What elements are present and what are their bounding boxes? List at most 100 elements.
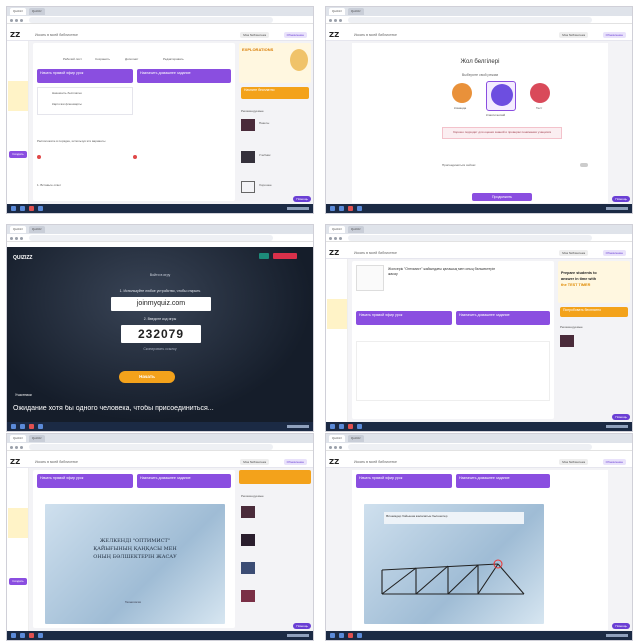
copy-link[interactable]: Скопировать ссылку	[7, 347, 313, 351]
slide-preview[interactable]: Өлшемдер бойынша жасалатын бөлшектер	[364, 504, 544, 624]
search-input[interactable]: Искать в моей библиотеке	[354, 250, 412, 256]
slide-preview[interactable]: ЖЕЛКЕНДІ "ОПТИМИСТ" ҚАЙЫҒЫНЫҢ ҚАҢҚАСЫ МЕ…	[45, 504, 225, 624]
logo[interactable]: ZZ	[329, 249, 339, 257]
browser-tab[interactable]: Quizizz	[28, 435, 45, 442]
browser-tab[interactable]: Quizizz	[329, 8, 345, 15]
step-two: 2. Введите код игры	[143, 317, 177, 321]
library-button[interactable]: Моя библиотека	[559, 32, 588, 38]
menu-item[interactable]: Карточки флешкарты	[52, 102, 82, 106]
browser-tab[interactable]: Quizizz	[10, 435, 26, 442]
lobby-screen: QUIZIZZ Войти в игру 1. Используйте любо…	[7, 247, 313, 422]
test-mode-icon[interactable]	[530, 83, 550, 103]
address-bar[interactable]	[7, 234, 313, 242]
action-save[interactable]: Сохранить	[95, 57, 110, 61]
chat-button[interactable]: Помощь	[612, 414, 630, 420]
try-free-button[interactable]: Попробовать бесплатно	[560, 307, 628, 317]
chat-button[interactable]: Помощь	[612, 623, 630, 629]
address-bar[interactable]	[326, 16, 632, 24]
quiz-title: Жол белгілері	[460, 59, 500, 65]
team-mode-icon[interactable]	[452, 83, 472, 103]
thumbnail[interactable]	[241, 534, 255, 546]
logo[interactable]: ZZ	[10, 31, 20, 39]
create-button[interactable]: Создать	[9, 151, 27, 158]
library-button[interactable]: Моя библиотека	[559, 250, 588, 256]
participants-label: Присоединиться сейчас	[442, 163, 476, 167]
thumb-label: Пакеты	[259, 121, 270, 125]
search-input[interactable]: Искать в моей библиотеке	[354, 459, 412, 465]
library-button[interactable]: Моя библиотека	[240, 32, 269, 38]
create-button[interactable]: Создать	[9, 578, 27, 585]
browser-tab[interactable]: Quizizz	[347, 435, 364, 442]
assign-homework-button[interactable]: Назначить домашнее задание	[137, 69, 231, 83]
host-live-button[interactable]: Начать прямой эфир урок	[37, 474, 133, 488]
assign-homework-button[interactable]: Назначить домашнее задание	[456, 311, 550, 325]
banner-line: answer in time with	[561, 277, 597, 281]
search-input[interactable]: Искать в моей библиотеке	[354, 32, 412, 38]
taskbar	[7, 204, 313, 213]
browser-tab[interactable]: Quizizz	[347, 8, 364, 15]
search-input[interactable]: Искать в моей библиотеке	[35, 459, 93, 465]
continue-button[interactable]: Продолжить	[472, 193, 532, 201]
browser-tab[interactable]: Quizizz	[329, 435, 345, 442]
start-free-button[interactable]: Начните бесплатно	[241, 87, 309, 99]
browser-tab[interactable]: Quizizz	[10, 226, 26, 233]
upgrade-button[interactable]: Обновление	[602, 459, 626, 465]
upgrade-button[interactable]: Обновление	[283, 459, 307, 465]
browser-tab[interactable]: Quizizz	[28, 226, 45, 233]
start-button[interactable]: Начать	[119, 371, 175, 383]
sidebar-ad	[327, 299, 347, 329]
thumbnail[interactable]	[241, 151, 255, 163]
browser-tab[interactable]: Quizizz	[10, 8, 26, 15]
address-bar[interactable]	[7, 443, 313, 451]
upgrade-button[interactable]: Обновление	[602, 32, 626, 38]
quiz-panel: Начать прямой эфир урок Назначить домашн…	[33, 470, 235, 628]
thumbnail[interactable]	[241, 119, 255, 131]
action-more[interactable]: Дополнит	[125, 57, 138, 61]
assign-homework-button[interactable]: Назначить домашнее задание	[137, 474, 231, 488]
chat-button[interactable]: Помощь	[293, 623, 311, 629]
host-live-button[interactable]: Начать прямой эфир урок	[37, 69, 133, 83]
screen-slide-diagram: Quizizz Quizizz ZZ Искать в моей библиот…	[325, 433, 633, 641]
right-column: Рекомендуемые	[239, 470, 311, 628]
frame-diagram	[381, 559, 525, 595]
menu-item[interactable]: Назначить бесплатно	[52, 91, 82, 95]
chat-button[interactable]: Помощь	[293, 196, 311, 202]
toggle-switch[interactable]	[580, 163, 588, 167]
browser-tab[interactable]: Quizizz	[329, 226, 345, 233]
upgrade-button[interactable]: Обновление	[602, 250, 626, 256]
thumbnail[interactable]	[241, 590, 255, 602]
logo[interactable]: ZZ	[10, 458, 20, 466]
thumbnail[interactable]	[560, 335, 574, 347]
upgrade-button[interactable]: Обновление	[283, 32, 307, 38]
library-button[interactable]: Моя библиотека	[240, 459, 269, 465]
mode-label: Тест	[536, 106, 543, 110]
sidebar	[326, 259, 348, 422]
answer-dot	[133, 155, 137, 159]
browser-tab[interactable]: Quizizz	[347, 226, 364, 233]
thumbnail[interactable]	[241, 506, 255, 518]
join-url[interactable]: joinmyquiz.com	[111, 297, 211, 311]
address-bar[interactable]	[326, 443, 632, 451]
game-code[interactable]: 232079	[121, 325, 201, 343]
logo[interactable]: ZZ	[329, 458, 339, 466]
library-button[interactable]: Моя библиотека	[559, 459, 588, 465]
classic-mode-card[interactable]	[486, 81, 516, 111]
address-bar[interactable]	[326, 234, 632, 242]
right-column: EXPLORATIONS Начните бесплатно Рекоменду…	[239, 43, 311, 201]
host-live-button[interactable]: Начать прямой эфир урок	[356, 474, 452, 488]
search-input[interactable]: Искать в моей библиотеке	[35, 32, 93, 38]
host-live-button[interactable]: Начать прямой эфир урок	[356, 311, 452, 325]
browser-tabbar: Quizizz Quizizz	[7, 434, 313, 443]
address-bar[interactable]	[7, 16, 313, 24]
end-button[interactable]	[273, 253, 297, 259]
chat-button[interactable]: Помощь	[612, 196, 630, 202]
settings-icon[interactable]	[259, 253, 269, 259]
slide-title: ЖЕЛКЕНДІ "ОПТИМИСТ"	[99, 538, 171, 544]
assign-homework-button[interactable]: Назначить домашнее задание	[456, 474, 550, 488]
thumbnail[interactable]	[241, 562, 255, 574]
action-edit[interactable]: Редактировать	[163, 57, 184, 61]
action-worksheet[interactable]: Рабочий лист	[63, 57, 82, 61]
taskbar	[326, 204, 632, 213]
browser-tab[interactable]: Quizizz	[28, 8, 45, 15]
logo[interactable]: ZZ	[329, 31, 339, 39]
